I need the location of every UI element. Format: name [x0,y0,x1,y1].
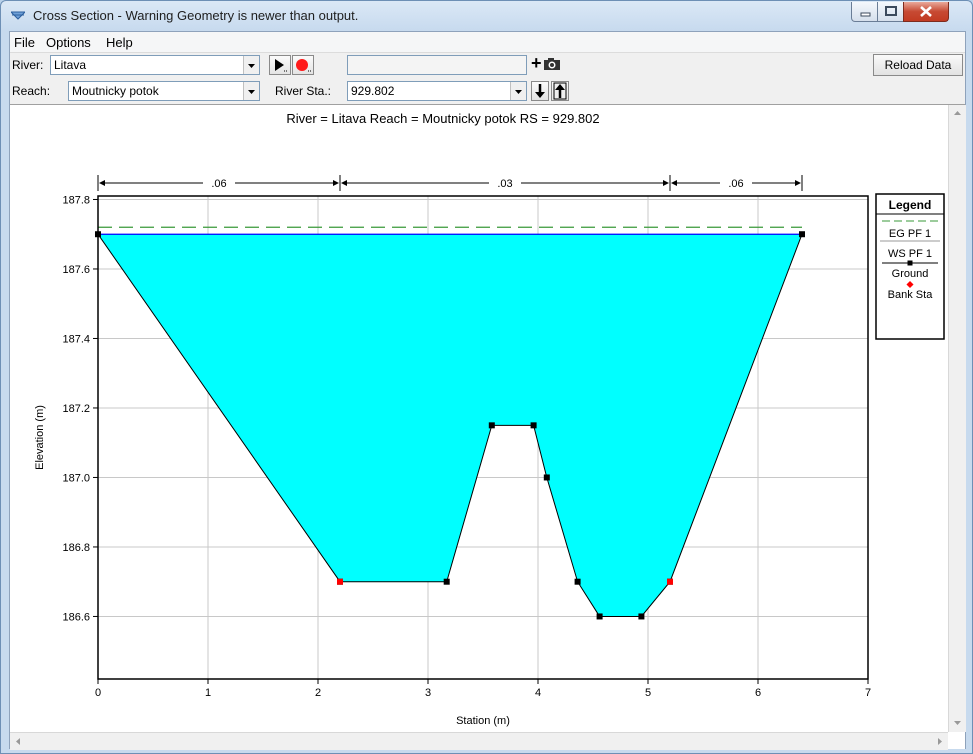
manning-arrowhead [663,180,669,186]
close-icon [920,6,932,17]
river-sta-value: 929.802 [351,84,395,98]
play-button[interactable] [269,55,291,75]
arrow-up-icon [553,82,567,100]
ground-point [488,422,495,429]
next-section-button[interactable] [531,81,549,101]
y-tick-label: 186.8 [62,542,90,554]
animation-field[interactable] [347,55,527,75]
camera-icon[interactable] [543,56,561,72]
cross-section-chart[interactable]: River = Litava Reach = Moutnicky potok R… [10,105,948,732]
x-tick-label: 3 [425,687,431,699]
legend-box [875,193,945,340]
maximize-button[interactable] [877,2,905,22]
manning-label: .03 [497,178,512,190]
bank-station-point [337,578,343,585]
arrow-down-icon [535,84,545,98]
manning-arrowhead [795,180,801,186]
menu-help[interactable]: Help [106,35,133,50]
x-tick-label: 6 [755,687,761,699]
ground-point [443,578,450,585]
y-tick-label: 187.2 [62,403,90,415]
previous-section-button[interactable] [551,81,569,101]
ground-point [530,422,537,429]
river-sta-label: River Sta.: [275,84,332,98]
x-tick-label: 2 [315,687,321,699]
toolbar-river: River: Litava + Reload Data [10,53,965,77]
ground-point [596,613,603,620]
x-tick-label: 7 [865,687,871,699]
river-label: River: [12,58,44,72]
manning-arrowhead [99,180,105,186]
x-tick-label: 0 [95,687,101,699]
record-icon [296,59,311,72]
y-tick-label: 187.0 [62,472,90,484]
menu-bar: File Options Help [10,32,965,53]
river-dropdown-icon[interactable] [243,56,259,74]
maximize-icon [885,6,897,16]
reach-select[interactable]: Moutnicky potok [68,81,260,101]
vertical-scrollbar[interactable] [948,105,966,732]
legend-title: Legend [889,198,932,212]
y-axis-title: Elevation (m) [34,405,46,470]
reload-data-button[interactable]: Reload Data [873,54,963,76]
client-area: File Options Help River: Litava + Reload… [9,31,966,750]
reach-dropdown-icon[interactable] [243,82,259,100]
river-value: Litava [54,58,87,72]
manning-arrowhead [333,180,339,186]
window: Cross Section - Warning Geometry is newe… [0,0,973,754]
ground-point [574,578,581,585]
reach-label: Reach: [12,84,51,98]
plus-label[interactable]: + [531,53,542,74]
horizontal-scrollbar[interactable] [10,732,948,750]
x-tick-label: 5 [645,687,651,699]
minimize-icon [860,12,871,17]
chart-title: River = Litava Reach = Moutnicky potok R… [286,111,599,126]
water-area [98,234,802,617]
app-icon [11,11,25,20]
x-axis-title: Station (m) [456,715,510,727]
toolbar-reach: Reach: Moutnicky potok River Sta.: 929.8… [10,79,965,103]
play-icon [275,59,287,72]
manning-arrowhead [671,180,677,186]
record-button[interactable] [292,55,314,75]
y-tick-label: 187.4 [62,333,90,345]
river-sta-dropdown-icon[interactable] [510,82,526,100]
legend-item-eg: EG PF 1 [889,228,931,240]
manning-arrowhead [341,180,347,186]
river-sta-select[interactable]: 929.802 [347,81,527,101]
legend-item-bank: Bank Sta [888,289,934,301]
close-button[interactable] [903,2,949,22]
plot-area: River = Litava Reach = Moutnicky potok R… [10,104,966,750]
legend-item-ws: WS PF 1 [888,248,932,260]
ground-point [799,231,805,238]
y-tick-label: 186.6 [62,611,90,623]
menu-options[interactable]: Options [46,35,91,50]
minimize-button[interactable] [851,2,879,22]
y-tick-label: 187.8 [62,194,90,206]
manning-label: .06 [728,178,743,190]
title-bar[interactable]: Cross Section - Warning Geometry is newe… [1,1,972,31]
x-tick-label: 1 [205,687,211,699]
river-select[interactable]: Litava [50,55,260,75]
y-tick-label: 187.6 [62,264,90,276]
menu-file[interactable]: File [14,35,35,50]
window-title: Cross Section - Warning Geometry is newe… [33,8,359,23]
x-tick-label: 4 [535,687,541,699]
ground-point [543,474,550,481]
manning-label: .06 [211,178,226,190]
bank-station-point [667,578,673,585]
reach-value: Moutnicky potok [72,84,159,98]
ground-point [638,613,645,620]
legend-ground-marker [907,260,913,266]
legend-item-ground: Ground [892,268,929,280]
